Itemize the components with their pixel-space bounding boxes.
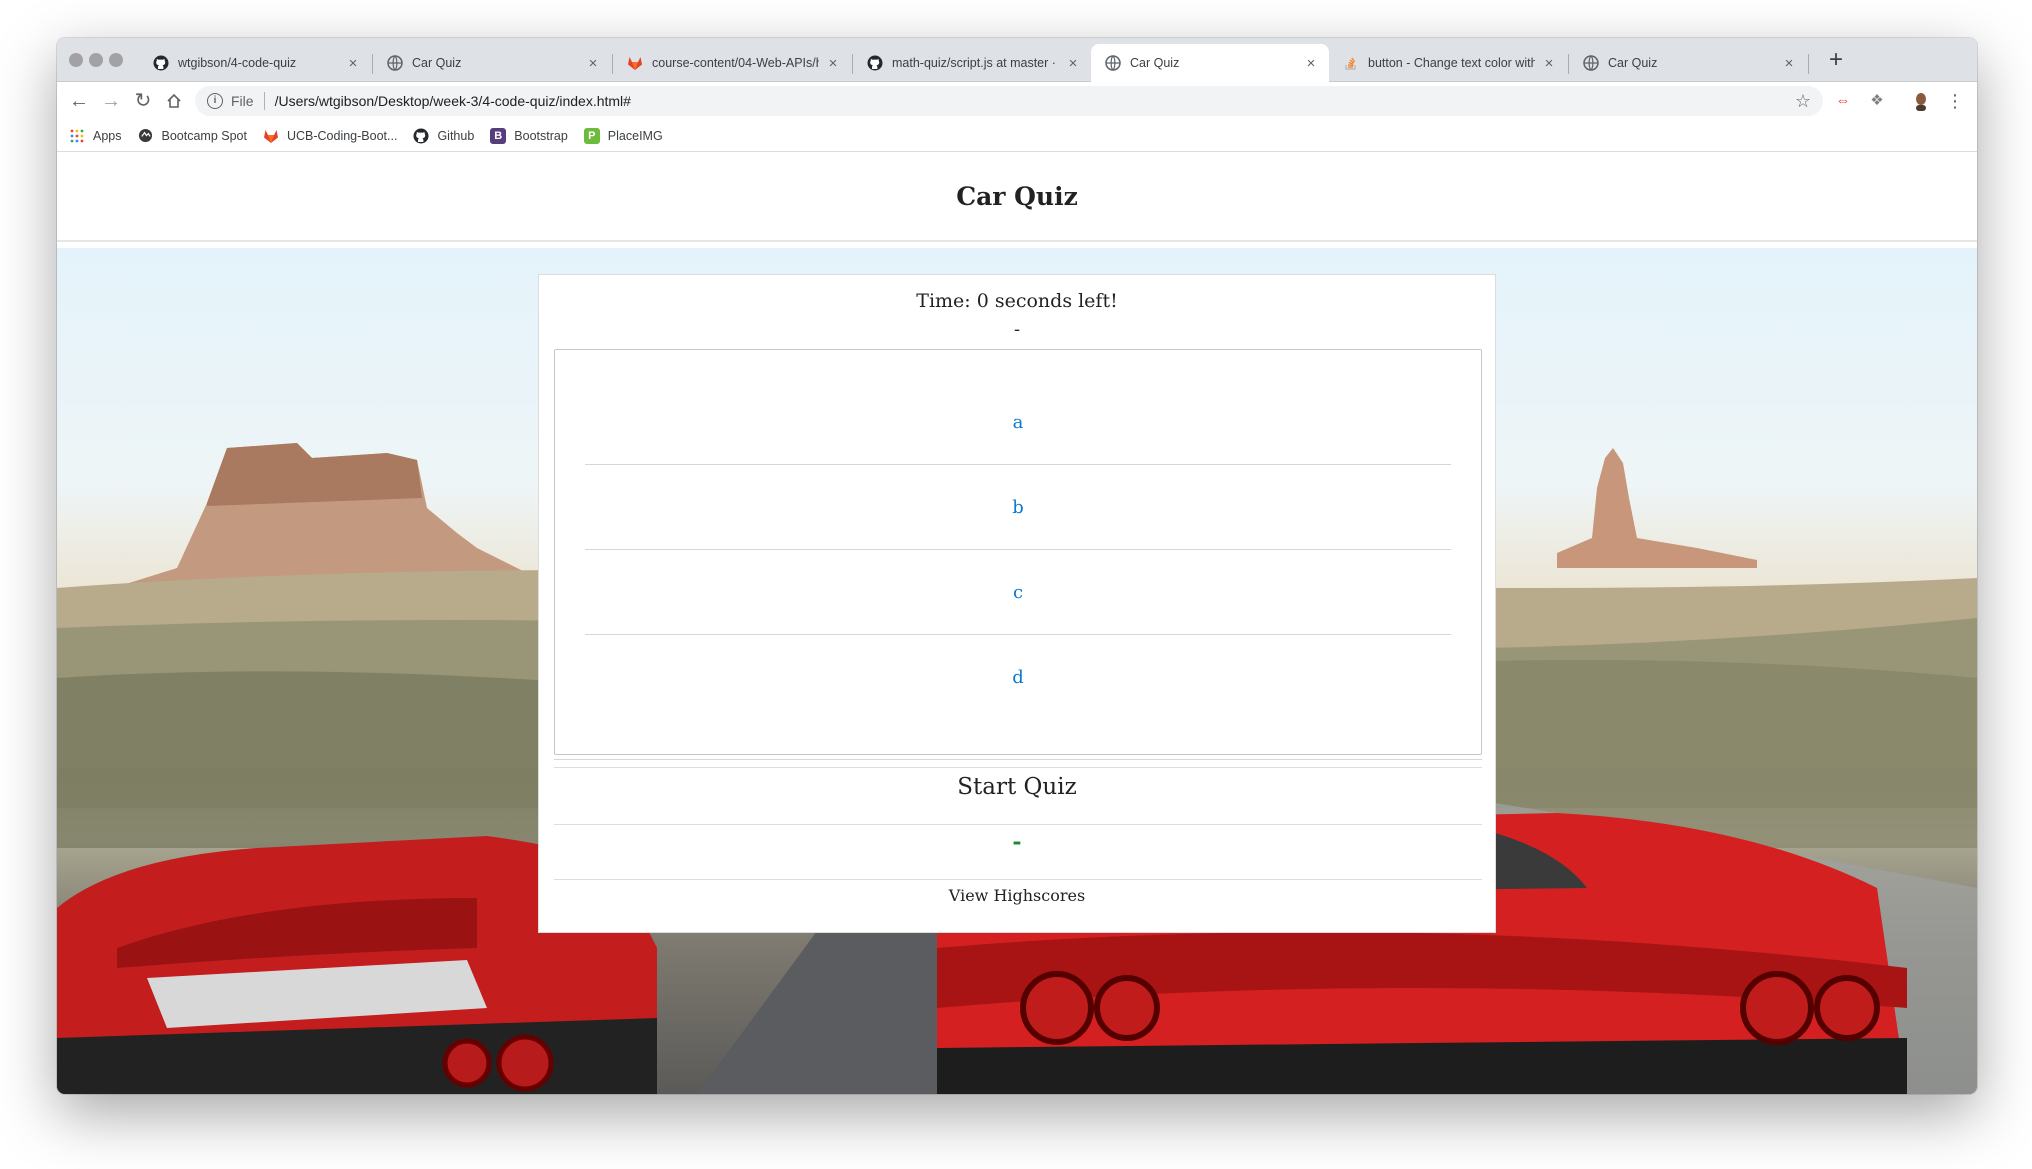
dropbox-icon[interactable]: ❖ [1867,91,1887,111]
tab-close-icon[interactable]: × [1303,55,1319,72]
url-text[interactable]: /Users/wtgibson/Desktop/week-3/4-code-qu… [275,93,1795,109]
bookmark-label: Bootstrap [514,128,568,143]
avatar[interactable] [1911,91,1931,111]
quiz-card: Time: 0 seconds left! - a b c d Start Qu… [538,274,1496,933]
page-header: Car Quiz [57,152,1977,242]
globe-icon [1105,55,1121,71]
bootstrap-icon: B [490,127,507,144]
stackoverflow-icon [1343,55,1359,71]
answer-option-b[interactable]: b [585,465,1451,550]
tab-strip: wtgibson/4-code-quiz × Car Quiz × course… [57,38,1977,82]
bookmark-bootcamp-spot[interactable]: Bootcamp Spot [138,128,247,144]
tab-title: Car Quiz [1130,56,1180,70]
feedback-text: - [1012,829,1022,855]
address-bar[interactable]: i File /Users/wtgibson/Desktop/week-3/4-… [195,86,1823,116]
tab-close-icon[interactable]: × [345,55,361,72]
page-title: Car Quiz [956,181,1078,211]
close-window-button[interactable] [69,53,83,67]
apps-grid-icon [69,128,85,144]
divider [554,879,1482,880]
tab-close-icon[interactable]: × [1541,55,1557,72]
answer-list: a b c d [554,349,1482,755]
maximize-window-button[interactable] [109,53,123,67]
browser-window: wtgibson/4-code-quiz × Car Quiz × course… [57,38,1977,1094]
bookmark-label: Apps [93,128,122,143]
background-image: Time: 0 seconds left! - a b c d Start Qu… [57,248,1977,1094]
globe-icon [1583,55,1599,71]
tab-3[interactable]: course-content/04-Web-APIs/h × [613,44,851,82]
bookmark-github[interactable]: Github [413,128,474,144]
home-icon[interactable] [162,89,186,113]
bookmark-ucb-coding-bootcamp[interactable]: UCB-Coding-Boot... [263,128,397,144]
tab-7[interactable]: Car Quiz × [1569,44,1807,82]
divider [554,759,1482,760]
answer-option-d[interactable]: d [585,635,1451,720]
tab-close-icon[interactable]: × [1065,55,1081,72]
start-quiz-button[interactable]: Start Quiz [539,774,1495,800]
tab-title: math-quiz/script.js at master · ar [892,56,1059,70]
scheme-label: File [231,93,254,109]
browser-toolbar: ← → ↻ i File /Users/wtgibson/Desktop/wee… [57,82,1977,120]
tab-6[interactable]: button - Change text color with × [1329,44,1567,82]
tab-title: Car Quiz [1608,56,1658,70]
question-text: - [1013,319,1021,340]
github-icon [867,55,883,71]
gitlab-icon [627,55,643,71]
tab-title: button - Change text color with [1368,56,1535,70]
minimize-window-button[interactable] [89,53,103,67]
tab-2[interactable]: Car Quiz × [373,44,611,82]
tab-title: course-content/04-Web-APIs/h [652,56,819,70]
bookmark-star-icon[interactable]: ☆ [1795,91,1811,112]
tab-4[interactable]: math-quiz/script.js at master · ar × [853,44,1091,82]
tab-1[interactable]: wtgibson/4-code-quiz × [139,44,371,82]
forward-icon[interactable]: → [99,89,123,113]
answer-option-a[interactable]: a [585,380,1451,465]
view-highscores-link[interactable]: View Highscores [539,886,1495,905]
info-icon[interactable]: i [207,93,223,109]
bookmarks-bar: Apps Bootcamp Spot UCB-Coding-Boot... Gi… [57,120,1977,152]
divider [554,824,1482,825]
menu-kebab-icon[interactable]: ⋮ [1945,91,1965,111]
tab-title: Car Quiz [412,56,462,70]
timer-text: Time: 0 seconds left! [916,290,1118,312]
tab-5-active[interactable]: Car Quiz × [1091,44,1329,82]
bootcamp-icon [138,128,154,144]
gitlab-icon [263,128,279,144]
new-tab-button[interactable]: + [1822,47,1850,75]
tab-close-icon[interactable]: × [585,55,601,72]
globe-icon [387,55,403,71]
page-viewport: Car Quiz Time: 0 seconds left! - a b c d… [57,152,1977,1094]
divider [554,767,1482,768]
bookmark-label: Github [437,128,475,143]
bookmark-apps[interactable]: Apps [69,128,122,144]
bookmark-label: UCB-Coding-Boot... [286,128,398,143]
bookmark-bootstrap[interactable]: B Bootstrap [490,127,568,144]
answer-option-c[interactable]: c [585,550,1451,635]
placeimg-icon: P [583,127,600,144]
github-icon [413,128,429,144]
tab-close-icon[interactable]: × [1781,55,1797,72]
tab-separator [1808,54,1809,74]
reload-icon[interactable]: ↻ [131,89,155,113]
bookmark-label: Bootcamp Spot [161,128,247,143]
back-icon[interactable]: ← [67,89,91,113]
extension-arrows-icon[interactable]: ⇔ [1833,91,1853,111]
bookmark-placeimg[interactable]: P PlaceIMG [583,127,663,144]
bookmark-label: PlaceIMG [607,128,663,143]
github-icon [153,55,169,71]
tab-title: wtgibson/4-code-quiz [178,56,297,70]
tab-close-icon[interactable]: × [825,55,841,72]
omnibox-divider [263,92,265,110]
